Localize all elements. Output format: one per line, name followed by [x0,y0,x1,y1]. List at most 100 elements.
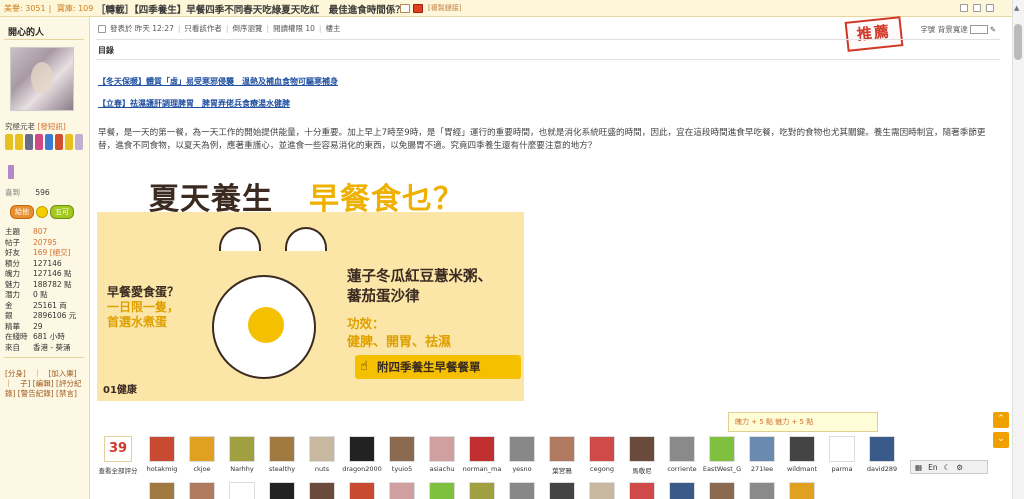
related-link-2[interactable]: 【立春】祛濕護肝調理脾胃 脾胃弄佬兵食療湯水健脾 [98,98,290,109]
rater-avatar[interactable] [349,482,375,499]
moon-icon[interactable]: ☾ [944,463,951,472]
rater-item[interactable] [182,482,222,499]
rater-item[interactable]: ckjoe [182,434,222,475]
stat-value[interactable]: 169 [絕交] [33,248,71,257]
lang-label[interactable]: En [928,463,938,472]
author-only-link[interactable]: 只看該作者 [184,23,222,34]
rater-avatar[interactable] [589,436,615,462]
rater-item[interactable] [622,482,662,499]
rater-name[interactable]: 271lee [742,465,782,473]
rater-item[interactable] [582,482,622,499]
rater-name[interactable]: 葉宮鴉 [542,465,582,475]
rater-avatar[interactable] [469,436,495,462]
rater-item[interactable]: nuts [302,434,342,475]
rater-item[interactable] [382,482,422,499]
rater-avatar[interactable] [149,482,175,499]
rater-item[interactable]: asiachu [422,434,462,475]
rater-item[interactable]: norman_ma [462,434,502,475]
rater-avatar[interactable] [789,482,815,499]
pen-icon[interactable]: ✎ [990,25,996,34]
rater-item[interactable]: wildmant [782,434,822,475]
rater-avatar[interactable] [509,482,535,499]
rater-avatar[interactable] [709,482,735,499]
rater-name[interactable]: hotakmig [142,465,182,473]
vote-left-button[interactable]: 給他 [10,205,34,219]
rater-avatar[interactable] [309,436,335,462]
rater-item[interactable]: cegong [582,434,622,475]
rater-item[interactable] [302,482,342,499]
rater-avatar[interactable] [549,482,575,499]
rater-avatar[interactable] [229,482,255,499]
rater-name[interactable]: stealthy [262,465,302,473]
rater-item[interactable] [542,482,582,499]
admin-links[interactable]: [分身] ｜ [加入樂] ｜ 子] [編輯] [評分紀錄] [警告紀錄] [禁言… [5,369,87,399]
rater-item[interactable]: david289 [862,434,902,475]
rater-name[interactable]: cegong [582,465,622,473]
pm-link[interactable]: [發短訊] [37,122,65,131]
rater-avatar[interactable] [349,436,375,462]
rater-name[interactable]: david289 [862,465,902,473]
author-name[interactable]: 開心的人 [8,25,44,38]
rater-item[interactable] [782,482,822,499]
rater-item[interactable]: parma [822,434,862,475]
rater-avatar[interactable] [669,482,695,499]
rater-name[interactable]: 馬敬尼 [622,465,662,475]
rater-avatar[interactable] [149,436,175,462]
rater-avatar[interactable] [869,436,895,462]
rater-item[interactable] [222,482,262,499]
scroll-arrow-up-icon[interactable]: ▲ [1014,4,1019,12]
print-icon[interactable] [960,4,968,12]
rater-item[interactable]: hotakmig [142,434,182,475]
rater-name[interactable]: parma [822,465,862,473]
keyboard-icon[interactable]: ▦ [915,463,922,472]
rater-avatar[interactable] [629,482,655,499]
rater-avatar[interactable] [749,482,775,499]
rater-avatar[interactable] [589,482,615,499]
rater-avatar[interactable] [469,482,495,499]
stat-value[interactable]: 807 [33,227,47,236]
rater-avatar[interactable] [789,436,815,462]
next-icon[interactable] [986,4,994,12]
rater-name[interactable]: tyuio5 [382,465,422,473]
related-link-1[interactable]: 【冬天保暖】體質「虛」易受寒邪侵襲 溫熱及補血食物可驅寒補身 [98,76,338,87]
rater-avatar[interactable] [549,436,575,462]
rater-item[interactable]: corriente [662,434,702,475]
rating-count[interactable]: 39 [104,436,132,462]
rater-avatar[interactable] [229,436,255,462]
rater-avatar[interactable] [829,436,855,462]
vote-right-button[interactable]: 五可 [50,205,74,219]
rater-name[interactable]: ckjoe [182,465,222,473]
settings-icon[interactable]: ⚙ [956,463,963,472]
scrollbar[interactable] [1012,0,1024,499]
view-all-ratings-link[interactable]: 查看全部評分 [96,465,140,475]
rater-name[interactable]: nuts [302,465,342,473]
scroll-down-icon[interactable]: ⌄ [993,432,1009,448]
rater-avatar[interactable] [509,436,535,462]
rater-item[interactable]: stealthy [262,434,302,475]
rater-avatar[interactable] [389,482,415,499]
rater-name[interactable]: norman_ma [462,465,502,473]
rater-avatar[interactable] [429,436,455,462]
rater-avatar[interactable] [749,436,775,462]
rater-item[interactable] [422,482,462,499]
share-icon[interactable] [413,3,423,13]
rater-item[interactable] [742,482,782,499]
rater-item[interactable] [502,482,542,499]
rater-item[interactable]: EastWest_G [702,434,742,475]
rater-name[interactable]: yesno [502,465,542,473]
rater-avatar[interactable] [189,482,215,499]
envelope-icon[interactable] [400,3,410,13]
rater-item[interactable]: 葉宮鴉 [542,434,582,475]
copy-link[interactable]: [複製鏈接] [428,3,461,13]
rater-item[interactable] [662,482,702,499]
rater-name[interactable]: corriente [662,465,702,473]
rater-item[interactable] [342,482,382,499]
rater-name[interactable]: EastWest_G [702,465,742,473]
rater-avatar[interactable] [269,436,295,462]
prev-icon[interactable] [973,4,981,12]
rater-item[interactable] [262,482,302,499]
rater-item[interactable] [462,482,502,499]
rater-item[interactable]: 271lee [742,434,782,475]
rater-name[interactable]: Narhhy [222,465,262,473]
rater-name[interactable]: dragon2000 [342,465,382,473]
